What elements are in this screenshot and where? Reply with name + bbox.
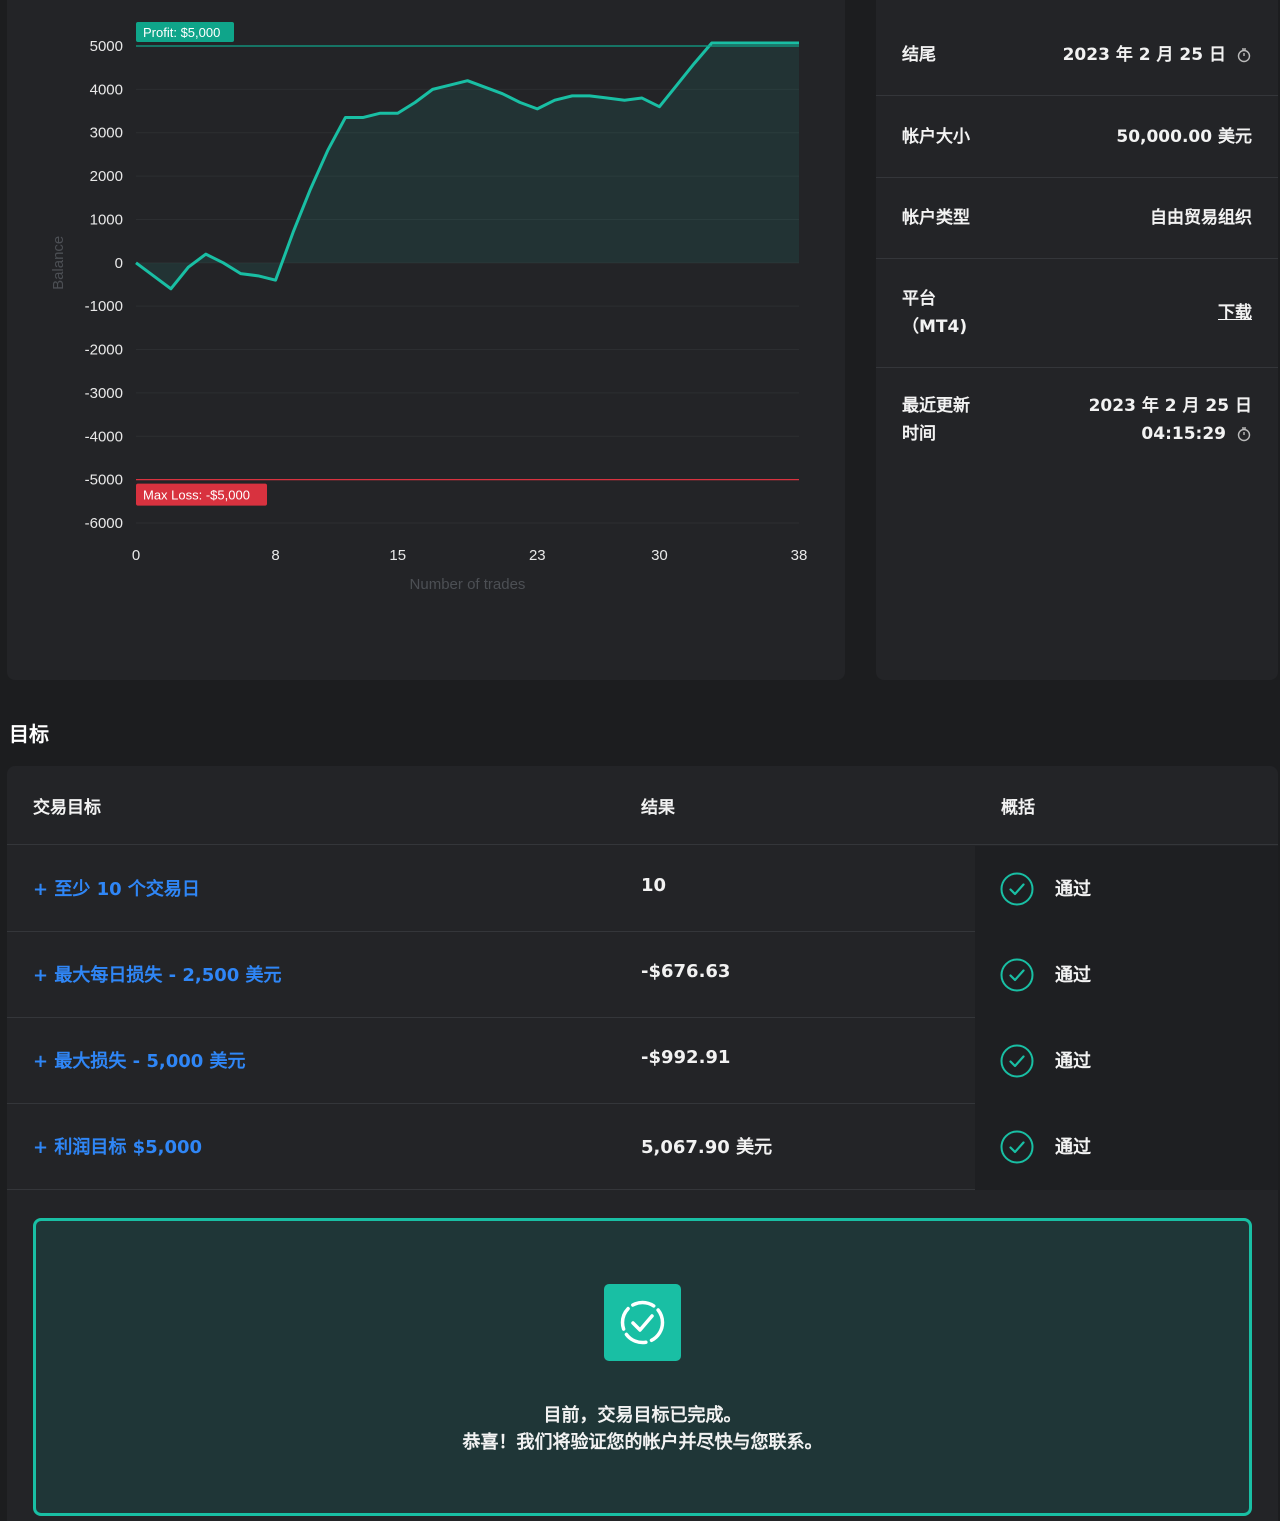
col-summary-header: 概括 [1001, 798, 1035, 818]
check-circle-icon [1000, 1130, 1034, 1164]
goal-result: 5,067.90 美元 [641, 1137, 773, 1158]
info-row-size: 帐户大小 50,000.00 美元 [876, 96, 1278, 178]
table-row: + 利润目标 $5,000 5,067.90 美元 通过 [7, 1104, 1278, 1190]
y-tick-label: 5000 [90, 38, 123, 55]
balance-chart: 5000 4000 3000 2000 1000 0 -1000 -2000 -3000 -400… [50, 22, 808, 593]
goal-status: 通过 [1055, 1137, 1091, 1158]
y-tick-label: -5000 [85, 472, 123, 489]
y-tick-label: -2000 [85, 342, 123, 359]
updated-label-line1: 最近更新 [902, 396, 970, 416]
y-tick-label: -1000 [85, 298, 123, 315]
x-tick-label: 23 [529, 547, 546, 564]
success-badge [604, 1284, 681, 1361]
success-message-line2: 恭喜！我们将验证您的帐户并尽快与您联系。 [462, 1432, 823, 1453]
x-tick-label: 8 [271, 547, 279, 564]
end-date: 2023 年 2 月 25 日 [1062, 44, 1226, 65]
stopwatch-icon [1237, 427, 1251, 442]
profit-target-label: Profit: $5,000 [143, 25, 220, 40]
success-banner: 目前，交易目标已完成。 恭喜！我们将验证您的帐户并尽快与您联系。 [33, 1218, 1252, 1516]
y-tick-label: -3000 [85, 385, 123, 402]
goal-result: -$676.63 [641, 961, 731, 982]
stopwatch-icon [1237, 47, 1251, 62]
x-axis-title: Number of trades [410, 576, 526, 593]
y-axis-title: Balance [50, 236, 67, 290]
goal-status: 通过 [1055, 1051, 1091, 1072]
y-tick-label: -4000 [85, 428, 123, 445]
updated-label: 最近更新 时间 [902, 392, 970, 448]
platform-label-line1: 平台 [902, 289, 936, 309]
goals-section-title: 目标 [9, 722, 49, 746]
goal-name[interactable]: + 最大每日损失 - 2,500 美元 [33, 961, 282, 987]
y-tick-label: 0 [115, 255, 123, 272]
goals-card: 交易目标 结果 概括 + 至少 10 个交易日 10 通过 + 最大每日损失 -… [7, 766, 1278, 1521]
download-link[interactable]: 下载 [1218, 299, 1252, 327]
size-value: 50,000.00 美元 [1116, 126, 1252, 147]
updated-value: 2023 年 2 月 25 日 04:15:29 [1089, 392, 1252, 448]
y-tick-label: 4000 [90, 81, 123, 98]
balance-chart-card: 5000 4000 3000 2000 1000 0 -1000 -2000 -3000 -400… [7, 0, 845, 680]
x-tick-label: 30 [651, 547, 668, 564]
type-label: 帐户类型 [902, 208, 970, 228]
check-circle-icon [1000, 1044, 1034, 1078]
y-tick-label: -6000 [85, 515, 123, 532]
type-value: 自由贸易组织 [1150, 208, 1252, 228]
check-circle-icon [1000, 872, 1034, 906]
y-tick-label: 2000 [90, 168, 123, 185]
goal-status: 通过 [1055, 879, 1091, 900]
updated-time: 04:15:29 [1141, 424, 1226, 444]
info-row-updated: 最近更新 时间 2023 年 2 月 25 日 04:15:29 [876, 368, 1278, 476]
verified-check-icon [620, 1300, 665, 1345]
goal-result: 10 [641, 875, 667, 896]
updated-time-wrap: 04:15:29 [1141, 420, 1252, 448]
goal-status: 通过 [1055, 965, 1091, 986]
goal-name[interactable]: + 利润目标 $5,000 [33, 1133, 202, 1159]
updated-date: 2023 年 2 月 25 日 [1088, 396, 1252, 416]
info-row-end: 结尾 2023 年 2 月 25 日 [876, 14, 1278, 96]
x-tick-label: 0 [132, 547, 140, 564]
info-row-type: 帐户类型 自由贸易组织 [876, 178, 1278, 259]
y-tick-label: 3000 [90, 125, 123, 142]
info-row-platform: 平台 （MT4) 下载 [876, 259, 1278, 368]
goal-result: -$992.91 [641, 1047, 731, 1068]
goals-table-header: 交易目标 结果 概括 [7, 766, 1278, 845]
max-loss-label: Max Loss: -$5,000 [143, 488, 250, 503]
y-tick-label: 1000 [90, 211, 123, 228]
table-row: + 至少 10 个交易日 10 通过 [7, 846, 1278, 932]
goal-name[interactable]: + 最大损失 - 5,000 美元 [33, 1047, 246, 1073]
updated-label-line2: 时间 [902, 424, 936, 444]
check-circle-icon [1000, 958, 1034, 992]
table-row: + 最大损失 - 5,000 美元 -$992.91 通过 [7, 1018, 1278, 1104]
goal-name[interactable]: + 至少 10 个交易日 [33, 875, 200, 901]
table-row: + 最大每日损失 - 2,500 美元 -$676.63 通过 [7, 932, 1278, 1018]
col-result-header: 结果 [641, 798, 675, 818]
end-label: 结尾 [902, 44, 936, 65]
size-label: 帐户大小 [902, 126, 970, 147]
success-message-line1: 目前，交易目标已完成。 [543, 1405, 742, 1426]
account-info-card: 结尾 2023 年 2 月 25 日 帐户大小 50,000.00 美元 帐户类… [876, 0, 1278, 680]
x-tick-label: 38 [791, 547, 808, 564]
end-value: 2023 年 2 月 25 日 [1063, 41, 1252, 69]
x-tick-label: 15 [389, 547, 406, 564]
col-goal-header: 交易目标 [33, 798, 101, 818]
platform-label-line2: （MT4) [902, 317, 968, 337]
platform-label: 平台 （MT4) [902, 285, 967, 341]
